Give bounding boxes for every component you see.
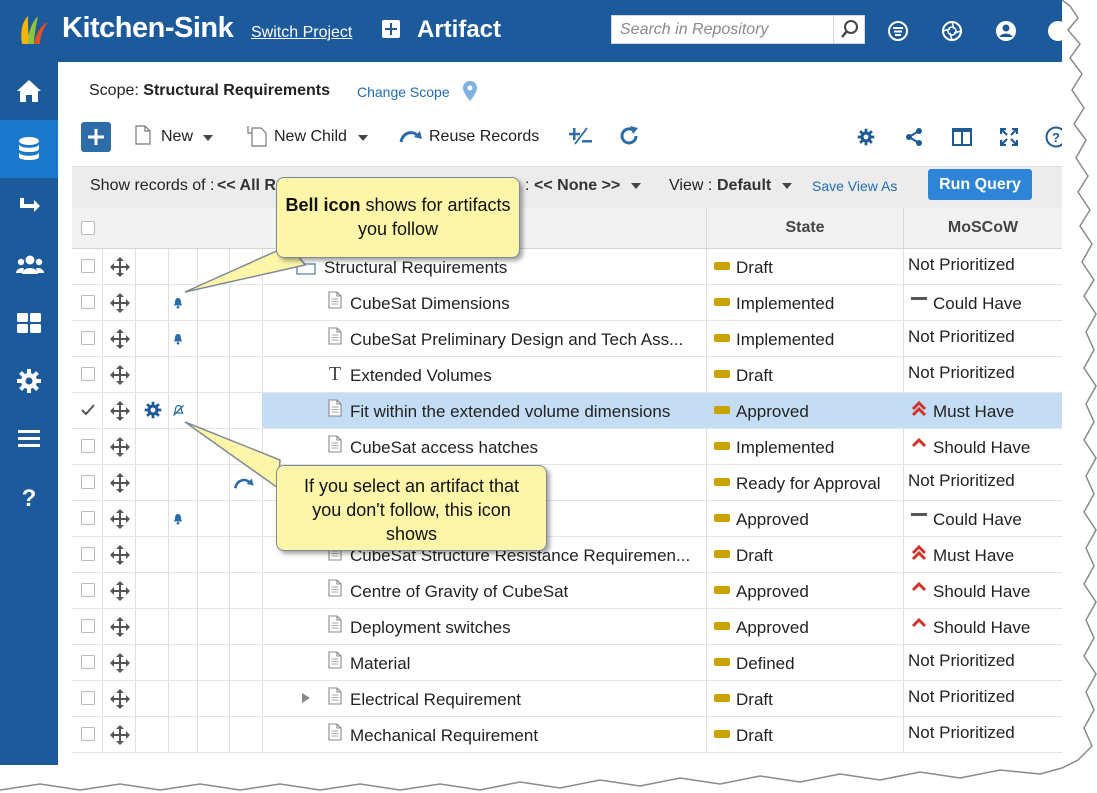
- torn-edge: [0, 0, 1097, 793]
